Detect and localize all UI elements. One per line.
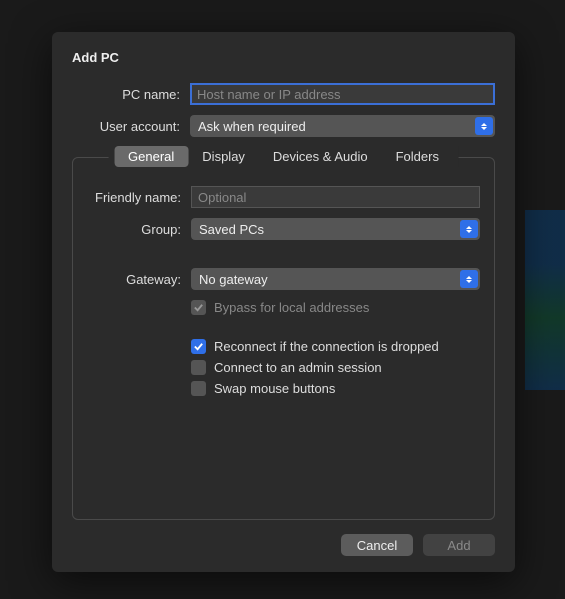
admin-label: Connect to an admin session — [214, 360, 382, 375]
reconnect-checkbox-row[interactable]: Reconnect if the connection is dropped — [191, 339, 480, 354]
add-button[interactable]: Add — [423, 534, 495, 556]
reconnect-checkbox[interactable] — [191, 339, 206, 354]
reconnect-label: Reconnect if the connection is dropped — [214, 339, 439, 354]
cancel-button[interactable]: Cancel — [341, 534, 413, 556]
desktop-background-strip — [525, 210, 565, 390]
bypass-checkbox — [191, 300, 206, 315]
group-select[interactable]: Saved PCs — [191, 218, 480, 240]
admin-checkbox-row[interactable]: Connect to an admin session — [191, 360, 480, 375]
swap-checkbox-row[interactable]: Swap mouse buttons — [191, 381, 480, 396]
bypass-label: Bypass for local addresses — [214, 300, 369, 315]
dialog-title: Add PC — [72, 50, 495, 65]
gateway-value: No gateway — [199, 272, 268, 287]
swap-checkbox[interactable] — [191, 381, 206, 396]
dialog-button-bar: Cancel Add — [72, 534, 495, 556]
updown-icon — [460, 220, 478, 238]
updown-icon — [475, 117, 493, 135]
gateway-label: Gateway: — [87, 272, 191, 287]
settings-tab-container: General Display Devices & Audio Folders … — [72, 157, 495, 520]
group-value: Saved PCs — [199, 222, 264, 237]
user-account-value: Ask when required — [198, 119, 306, 134]
tab-general[interactable]: General — [114, 146, 188, 167]
user-account-label: User account: — [72, 119, 190, 134]
updown-icon — [460, 270, 478, 288]
tab-folders[interactable]: Folders — [382, 146, 453, 167]
swap-label: Swap mouse buttons — [214, 381, 335, 396]
pc-name-input[interactable] — [190, 83, 495, 105]
add-pc-dialog: Add PC PC name: User account: Ask when r… — [52, 32, 515, 572]
tab-display[interactable]: Display — [188, 146, 259, 167]
group-label: Group: — [87, 222, 191, 237]
tab-bar: General Display Devices & Audio Folders — [108, 146, 459, 167]
pc-name-label: PC name: — [72, 87, 190, 102]
admin-checkbox[interactable] — [191, 360, 206, 375]
user-account-select[interactable]: Ask when required — [190, 115, 495, 137]
tab-devices[interactable]: Devices & Audio — [259, 146, 382, 167]
friendly-name-label: Friendly name: — [87, 190, 191, 205]
gateway-select[interactable]: No gateway — [191, 268, 480, 290]
friendly-name-input[interactable] — [191, 186, 480, 208]
bypass-checkbox-row: Bypass for local addresses — [191, 300, 480, 315]
